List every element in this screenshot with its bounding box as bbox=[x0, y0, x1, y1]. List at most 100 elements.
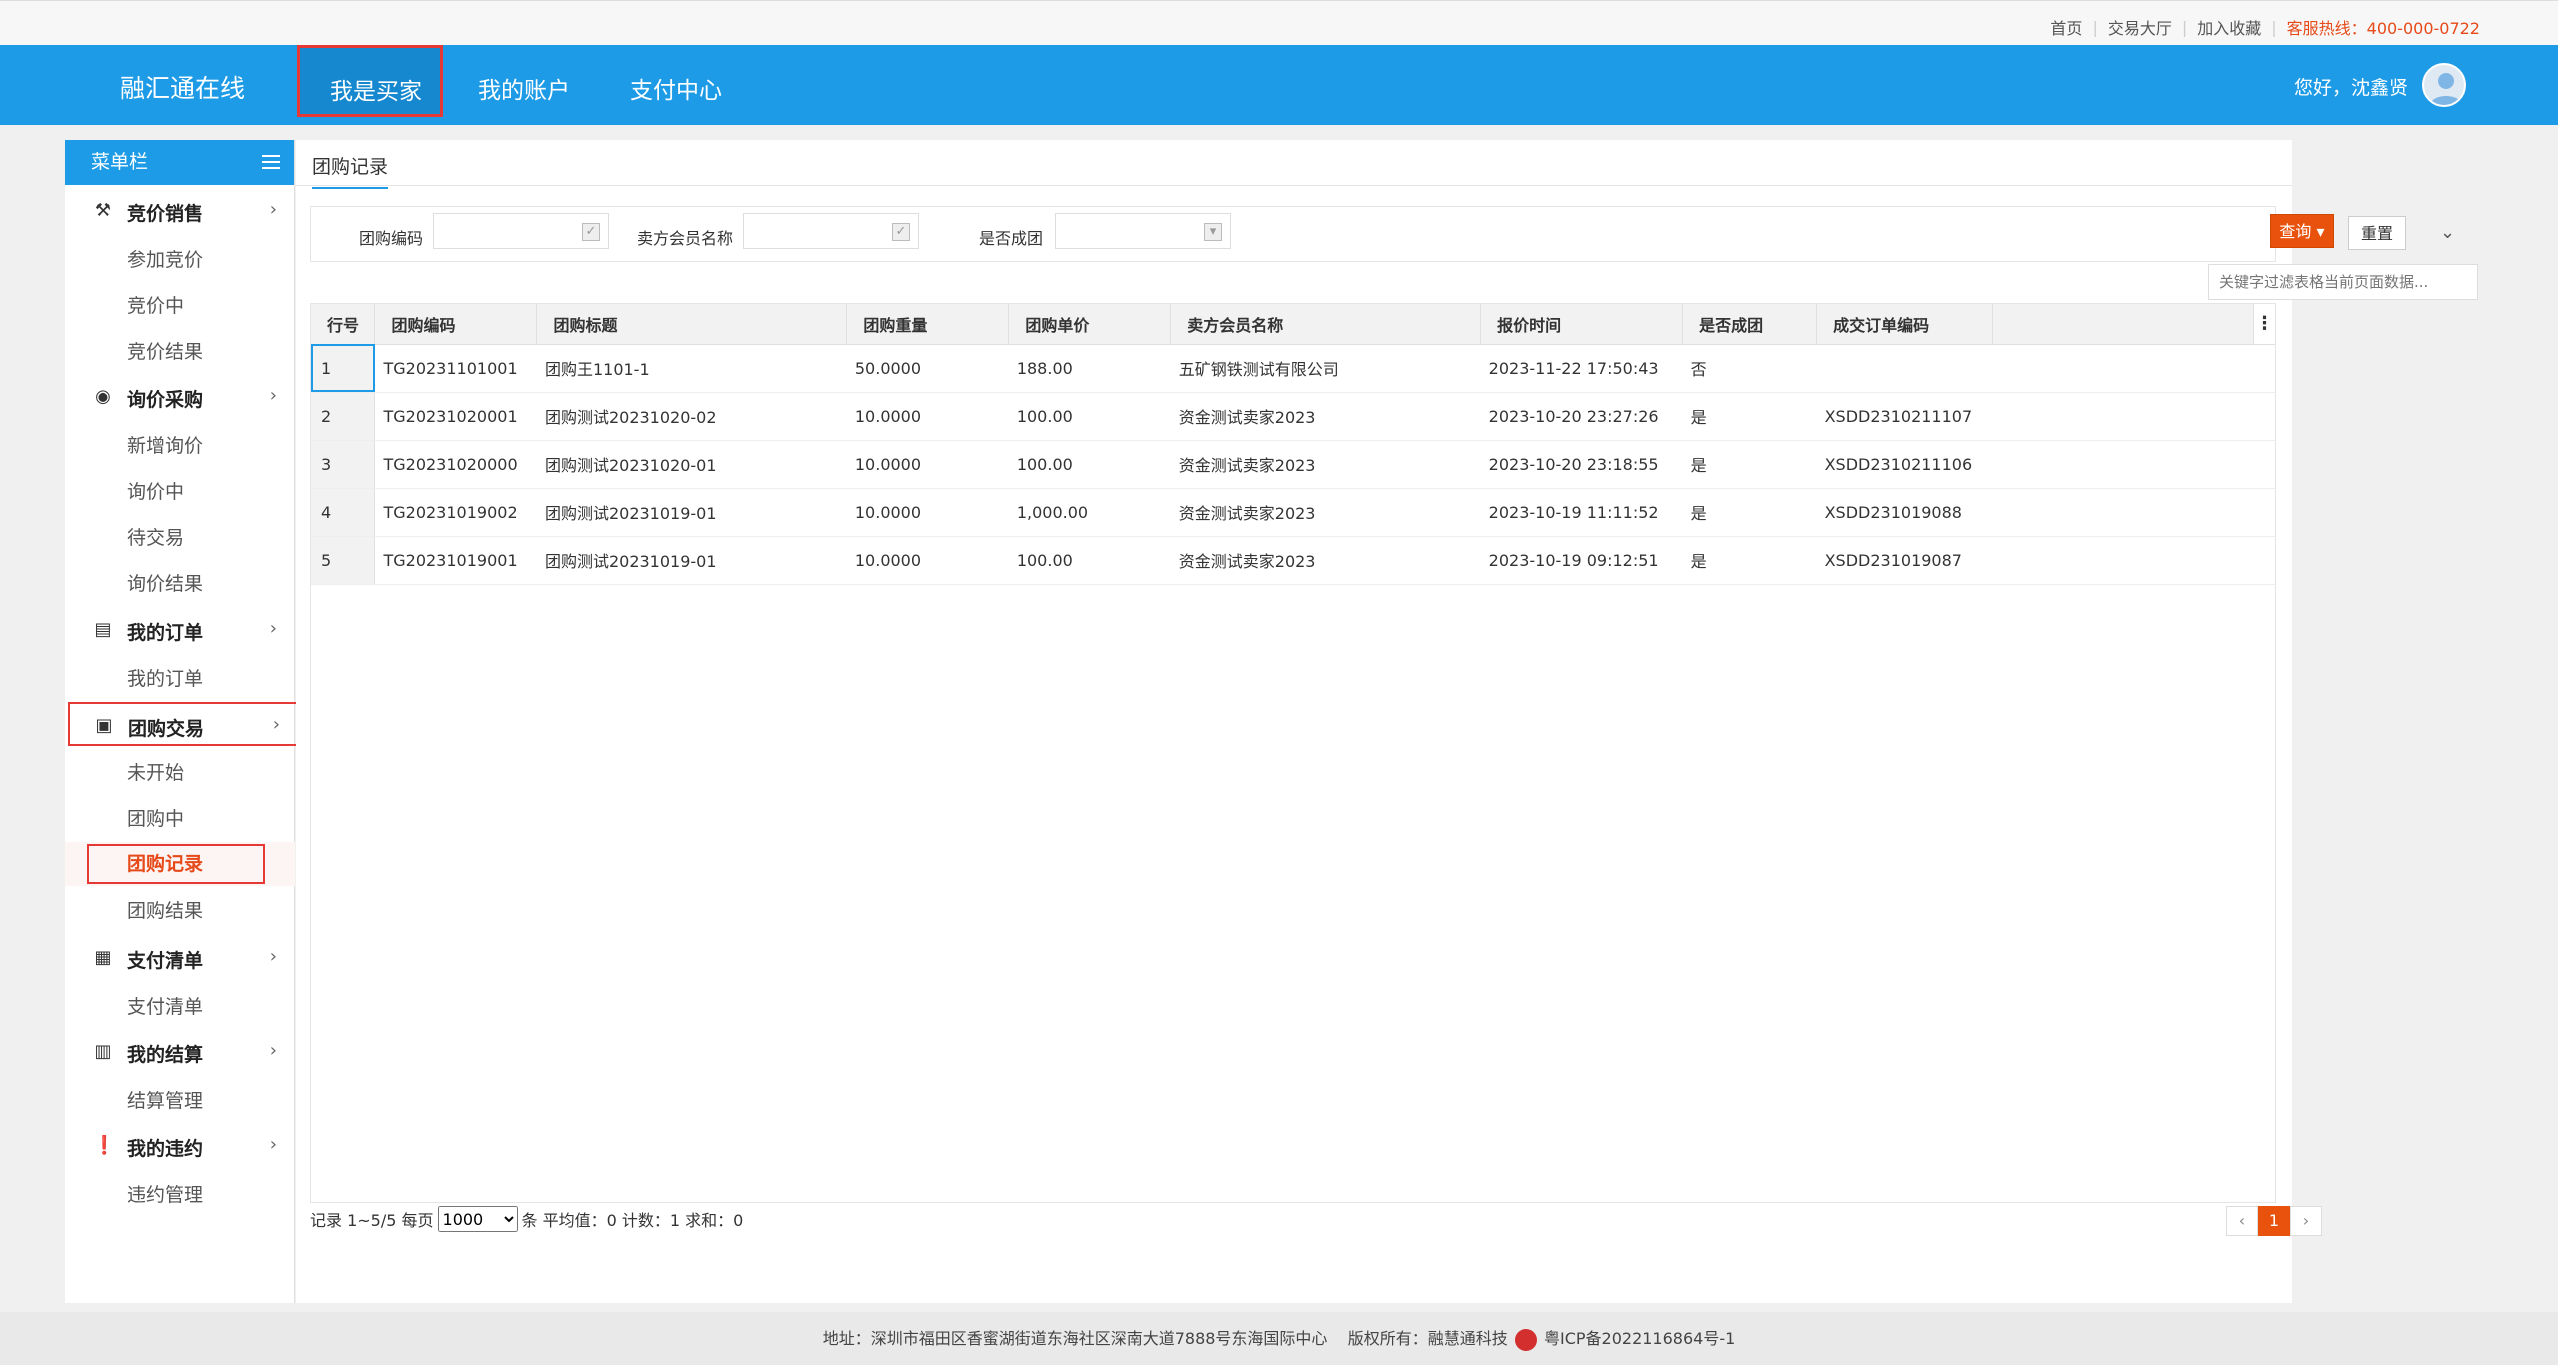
chevron-right-icon: › bbox=[269, 946, 277, 967]
column-menu-icon[interactable]: ⋮ bbox=[2253, 304, 2275, 344]
hotline-text: 客服热线：400-000-0722 bbox=[2286, 19, 2480, 38]
table-row[interactable]: 2 TG20231020001 团购测试20231020-02 10.0000 100.… bbox=[311, 392, 2275, 441]
user-greeting: 您好，沈鑫贤 bbox=[2293, 77, 2408, 99]
table-row[interactable]: 4 TG20231019002 团购测试20231019-01 10.0000 1,00… bbox=[311, 488, 2275, 537]
payment-icon: ▦ bbox=[94, 947, 112, 968]
sidebar-group-default[interactable]: ❗ 我的违约 › bbox=[65, 1124, 295, 1168]
cell-code: TG20231020000 bbox=[374, 440, 537, 489]
header-weight[interactable]: 团购重量 bbox=[846, 304, 1010, 345]
sidebar-item-bidding[interactable]: 竞价中 bbox=[127, 291, 184, 318]
cell-grouped: 是 bbox=[1682, 488, 1817, 537]
cell-order-code: XSDD2310211107 bbox=[1816, 392, 1993, 441]
pager-prefix: 记录 1~5/5 每页 bbox=[310, 1211, 434, 1230]
header-row-number[interactable]: 行号 bbox=[311, 304, 376, 345]
sidebar-item-group-buy-records[interactable]: 团购记录 bbox=[87, 844, 265, 884]
sidebar-item-payment-list[interactable]: 支付清单 bbox=[127, 992, 203, 1019]
cell-quote-time: 2023-11-22 17:50:43 bbox=[1480, 344, 1683, 393]
code-input[interactable]: ✓ bbox=[433, 213, 609, 249]
chevron-right-icon: › bbox=[269, 1134, 277, 1155]
separator: | bbox=[2092, 17, 2098, 37]
header-price[interactable]: 团购单价 bbox=[1008, 304, 1172, 345]
cell-seller: 五矿钢铁测试有限公司 bbox=[1170, 344, 1481, 393]
cell-spacer bbox=[1992, 440, 2275, 489]
table-row[interactable]: 5 TG20231019001 团购测试20231019-01 10.0000 100.… bbox=[311, 536, 2275, 585]
sidebar-group-label: 询价采购 bbox=[127, 389, 204, 411]
table-row[interactable]: 3 TG20231020000 团购测试20231020-01 10.0000 100.… bbox=[311, 440, 2275, 489]
checkbox-icon: ✓ bbox=[582, 223, 600, 241]
prev-page-button[interactable]: ‹ bbox=[2226, 1206, 2258, 1236]
page-1-button[interactable]: 1 bbox=[2258, 1206, 2290, 1236]
cell-order-code bbox=[1816, 344, 1993, 393]
next-page-button[interactable]: › bbox=[2290, 1206, 2322, 1236]
sidebar-item-new-inquiry[interactable]: 新增询价 bbox=[127, 431, 203, 458]
grouped-select[interactable]: ▾ bbox=[1055, 213, 1231, 249]
cell-seller: 资金测试卖家2023 bbox=[1170, 440, 1481, 489]
sidebar-group-label: 我的订单 bbox=[127, 622, 204, 644]
sidebar-group-payment-list[interactable]: ▦ 支付清单 › bbox=[65, 936, 295, 980]
chevron-right-icon: › bbox=[269, 385, 277, 406]
sidebar-item-inquiry-result[interactable]: 询价结果 bbox=[127, 569, 203, 596]
sidebar-item-my-orders[interactable]: 我的订单 bbox=[127, 664, 203, 691]
cell-spacer bbox=[1992, 392, 2275, 441]
cell-weight: 10.0000 bbox=[846, 488, 1009, 537]
home-link[interactable]: 首页 bbox=[2050, 15, 2082, 39]
cell-row-number: 4 bbox=[311, 488, 376, 537]
sidebar-group-orders[interactable]: ▤ 我的订单 › bbox=[65, 608, 295, 652]
keyword-filter-input[interactable] bbox=[2208, 264, 2478, 300]
separator: | bbox=[2271, 17, 2277, 37]
cell-title: 团购王1101-1 bbox=[536, 344, 847, 393]
sidebar-item-settlement-mgmt[interactable]: 结算管理 bbox=[127, 1086, 203, 1113]
nav-payment-center[interactable]: 支付中心 bbox=[630, 71, 722, 105]
sidebar-group-inquiry[interactable]: ◉ 询价采购 › bbox=[65, 375, 295, 419]
sidebar-item-bid-result[interactable]: 竞价结果 bbox=[127, 337, 203, 364]
query-label: 查询 bbox=[2279, 222, 2312, 241]
cell-price: 100.00 bbox=[1008, 440, 1171, 489]
user-icon bbox=[2430, 73, 2462, 105]
cell-grouped: 否 bbox=[1682, 344, 1817, 393]
footer-copyright: 版权所有：融慧通科技 bbox=[1347, 1329, 1508, 1348]
brand-logo[interactable]: 融汇通在线 bbox=[120, 69, 245, 105]
code-label: 团购编码 bbox=[359, 229, 424, 248]
tab-group-buy-records[interactable]: 团购记录 bbox=[312, 152, 389, 189]
cell-quote-time: 2023-10-20 23:18:55 bbox=[1480, 440, 1683, 489]
header-order-code[interactable]: 成交订单编码 bbox=[1816, 304, 1994, 345]
sidebar-group-group-buy[interactable]: ▣ 团购交易 › bbox=[68, 702, 308, 746]
cell-row-number: 3 bbox=[311, 440, 376, 489]
table-row[interactable]: 1 TG20231101001 团购王1101-1 50.0000 188.00 五矿钢铁… bbox=[311, 344, 2275, 393]
sidebar-item-not-started[interactable]: 未开始 bbox=[127, 758, 184, 785]
sidebar-item-default-mgmt[interactable]: 违约管理 bbox=[127, 1180, 203, 1207]
sidebar-item-pending-trade[interactable]: 待交易 bbox=[127, 523, 184, 550]
page-size-select[interactable]: 1000 bbox=[437, 1206, 518, 1232]
nav-buyer[interactable]: 我是买家 bbox=[297, 45, 443, 117]
sidebar-item-inquiring[interactable]: 询价中 bbox=[127, 477, 184, 504]
cell-weight: 10.0000 bbox=[846, 536, 1009, 585]
sidebar-item-group-buy-result[interactable]: 团购结果 bbox=[127, 896, 203, 923]
cell-title: 团购测试20231019-01 bbox=[536, 488, 847, 537]
header-grouped[interactable]: 是否成团 bbox=[1682, 304, 1818, 345]
seller-input[interactable]: ✓ bbox=[743, 213, 919, 249]
footer-icp[interactable]: 粤ICP备2022116864号-1 bbox=[1544, 1329, 1735, 1348]
header-title[interactable]: 团购标题 bbox=[536, 304, 848, 345]
sidebar-group-label: 竞价销售 bbox=[127, 203, 204, 225]
hamburger-icon[interactable] bbox=[262, 155, 280, 169]
header-seller[interactable]: 卖方会员名称 bbox=[1170, 304, 1482, 345]
seller-label: 卖方会员名称 bbox=[637, 229, 734, 248]
bookmark-link[interactable]: 加入收藏 bbox=[2197, 15, 2261, 39]
sidebar-group-settlement[interactable]: ▥ 我的结算 › bbox=[65, 1030, 295, 1074]
header-quote-time[interactable]: 报价时间 bbox=[1480, 304, 1684, 345]
tab-bar: 团购记录 bbox=[296, 140, 2292, 189]
cell-order-code: XSDD231019088 bbox=[1816, 488, 1993, 537]
separator: | bbox=[2181, 17, 2188, 37]
nav-my-account[interactable]: 我的账户 bbox=[478, 71, 570, 105]
cell-weight: 10.0000 bbox=[846, 392, 1009, 441]
header-code[interactable]: 团购编码 bbox=[374, 304, 538, 345]
sidebar-item-join-bid[interactable]: 参加竞价 bbox=[127, 245, 203, 272]
reset-button[interactable]: 重置 bbox=[2348, 216, 2406, 250]
dropdown-icon: ▾ bbox=[1204, 223, 1222, 241]
sidebar-group-bidding[interactable]: ⚒ 竞价销售 › bbox=[65, 189, 295, 233]
query-button[interactable]: 查询 ▾ bbox=[2270, 214, 2334, 248]
trading-hall-link[interactable]: 交易大厅 bbox=[2108, 15, 2172, 39]
expand-down-icon[interactable]: ⌄ bbox=[2440, 222, 2455, 243]
avatar[interactable] bbox=[2422, 63, 2466, 107]
sidebar-item-group-buying[interactable]: 团购中 bbox=[127, 804, 184, 831]
